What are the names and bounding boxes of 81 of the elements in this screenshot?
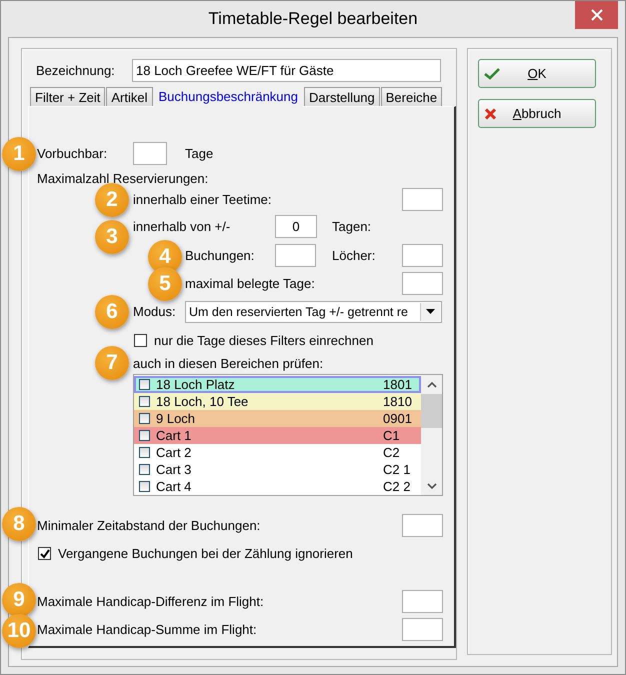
close-button[interactable] [575,1,618,29]
dropdown-arrow-icon [426,309,435,314]
tab[interactable]: Filter + Zeit [30,87,106,106]
area-list[interactable]: 18 Loch Platz 1801 18 Loch, 10 Tee 1810 9 Loch 0901 Cart 1 C1 Cart 2 C2 Cart 3 C2 1 Cart 4 C2 2 [133,374,443,496]
input-field[interactable] [275,244,316,267]
checkbox-label: Vergangene Buchungen bei der Zählung ignorieren [58,546,353,561]
cross-icon [484,107,497,120]
scroll-thumb[interactable] [421,394,442,428]
callout-badge: 6 [95,295,129,329]
checkbox[interactable] [139,464,150,475]
area-name: 18 Loch Platz [156,377,236,392]
area-code: C2 1 [383,462,412,477]
area-code: 1801 [383,377,413,392]
input-field[interactable] [402,272,443,295]
input-field[interactable] [402,514,443,537]
list-label: auch in diesen Bereichen prüfen: [133,356,324,370]
field-label: Buchungen: [185,248,254,263]
field-label: Löcher: [332,248,376,263]
name-field[interactable]: 18 Loch Greefee WE/FT für Gäste [132,58,441,82]
input-field[interactable] [402,590,443,613]
field-label: Vorbuchbar: [37,146,108,160]
checkbox[interactable] [134,334,147,346]
field-label: Modus: [133,304,176,319]
input-field[interactable] [133,142,167,164]
field-label: innerhalb von +/- [133,219,230,234]
area-code: C1 [383,428,401,443]
area-name: Cart 2 [156,445,192,460]
unit-label: Tage [185,146,214,160]
scroll-up-icon[interactable] [426,381,436,388]
close-icon [590,9,602,21]
area-code: C2 [383,445,401,460]
checkbox[interactable] [139,447,150,458]
area-code: 1810 [383,394,413,409]
ok-button[interactable]: OK [478,59,596,88]
callout-badge: 2 [95,183,129,217]
area-name: 9 Loch [156,411,196,426]
section-heading: Maximalzahl Reservierungen: [37,170,208,186]
tab[interactable]: Darstellung [304,87,380,106]
input-field[interactable]: 0 [275,215,317,238]
checkbox[interactable] [139,481,150,492]
callout-badge: 1 [2,137,36,171]
cancel-button[interactable]: Abbruch [478,99,596,128]
checkbox-label: nur die Tage dieses Filters einrechnen [154,332,374,348]
callout-badge: 3 [95,220,129,254]
field-label: Bezeichnung: [36,62,116,78]
checkbox[interactable] [139,379,150,390]
mode-dropdown[interactable]: Um den reservierten Tag +/- getrennt re [185,300,442,322]
area-code: 0901 [383,411,413,426]
list-item[interactable]: 9 Loch 0901 [134,410,421,427]
input-field[interactable] [402,188,443,211]
input-field[interactable] [402,618,443,641]
list-item[interactable]: 18 Loch Platz 1801 [134,376,421,393]
callout-badge: 10 [2,614,36,648]
area-name: Cart 1 [156,428,192,443]
area-name: Cart 3 [156,462,192,477]
tab[interactable]: Artikel [106,87,152,106]
callout-badge: 5 [148,267,182,301]
list-item[interactable]: Cart 1 C1 [134,427,421,444]
checkmark-icon [484,68,500,80]
callout-badge: 8 [2,507,36,541]
list-item[interactable]: 18 Loch, 10 Tee 1810 [134,393,421,410]
checkbox[interactable] [139,413,150,424]
field-label: Minimaler Zeitabstand der Buchungen: [37,518,260,533]
checkbox[interactable] [139,430,150,441]
callout-badge: 7 [95,346,129,380]
unit-label: Tagen: [332,219,372,234]
window-title: Timetable-Regel bearbeiten [208,9,418,29]
scrollbar[interactable] [421,375,442,495]
checkbox[interactable] [139,396,150,407]
field-label: Maximale Handicap-Differenz im Flight: [37,594,264,609]
area-name: Cart 4 [156,479,192,494]
scroll-down-icon[interactable] [426,483,436,490]
area-name: 18 Loch, 10 Tee [156,394,250,409]
callout-badge: 9 [2,583,36,617]
checkbox[interactable] [38,547,51,560]
field-label: maximal belegte Tage: [185,276,315,291]
field-label: innerhalb einer Teetime: [133,192,272,207]
field-label: Maximale Handicap-Summe im Flight: [37,622,257,637]
tab[interactable]: Bereiche [380,87,442,106]
area-code: C2 2 [383,479,412,494]
input-field[interactable] [402,244,443,267]
